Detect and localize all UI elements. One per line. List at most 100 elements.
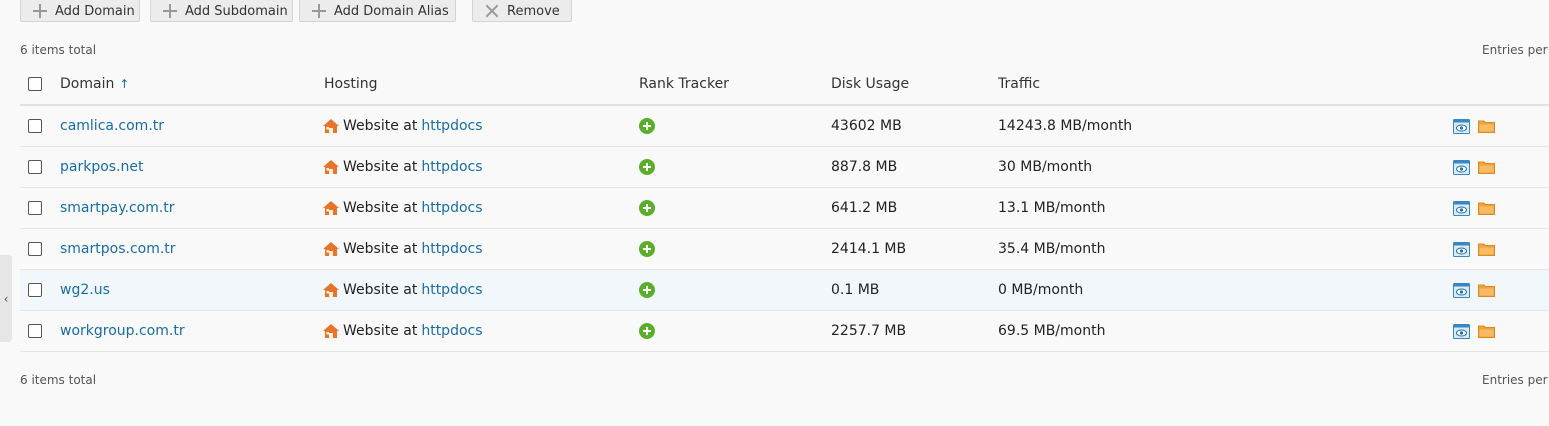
- preview-icon[interactable]: [1453, 323, 1470, 339]
- domain-link[interactable]: wg2.us: [60, 282, 110, 298]
- hosting-prefix: Website at: [343, 241, 418, 257]
- folder-icon[interactable]: [1478, 324, 1495, 338]
- hosting-cell: Website at httpdocs: [322, 106, 483, 146]
- house-icon: [323, 242, 339, 256]
- add-circle-icon[interactable]: [639, 282, 655, 298]
- row-checkbox[interactable]: [28, 283, 42, 297]
- disk-usage-value: 0.1 MB: [831, 282, 880, 298]
- preview-icon[interactable]: [1453, 241, 1470, 257]
- folder-icon[interactable]: [1478, 201, 1495, 215]
- hosting-prefix: Website at: [343, 159, 418, 175]
- traffic-value: 35.4 MB/month: [998, 241, 1106, 257]
- hosting-prefix: Website at: [343, 200, 418, 216]
- httpdocs-link[interactable]: httpdocs: [421, 323, 482, 339]
- entries-per-page-top[interactable]: Entries per p: [1482, 43, 1549, 57]
- add-domain-button[interactable]: Add Domain: [20, 0, 140, 22]
- traffic-value: 0 MB/month: [998, 282, 1084, 298]
- httpdocs-link[interactable]: httpdocs: [421, 159, 482, 175]
- house-icon: [323, 201, 339, 215]
- httpdocs-link[interactable]: httpdocs: [421, 241, 482, 257]
- preview-icon[interactable]: [1453, 118, 1470, 134]
- preview-icon[interactable]: [1453, 159, 1470, 175]
- disk-usage-value: 2414.1 MB: [831, 241, 907, 257]
- hosting-prefix: Website at: [343, 118, 418, 134]
- hosting-prefix: Website at: [343, 282, 418, 298]
- close-icon: [484, 3, 500, 19]
- plus-icon: [32, 3, 48, 19]
- house-icon: [323, 119, 339, 133]
- column-traffic: Traffic: [998, 76, 1041, 92]
- row-checkbox[interactable]: [28, 324, 42, 338]
- folder-icon[interactable]: [1478, 283, 1495, 297]
- table-row: camlica.com.tr Website at httpdocs 43602…: [20, 106, 1549, 147]
- domain-link[interactable]: camlica.com.tr: [60, 118, 164, 134]
- hosting-cell: Website at httpdocs: [322, 147, 483, 187]
- column-disk-usage: Disk Usage: [831, 76, 910, 92]
- table-row: workgroup.com.tr Website at httpdocs 225…: [20, 311, 1549, 352]
- traffic-value: 69.5 MB/month: [998, 323, 1106, 339]
- plus-icon: [311, 3, 327, 19]
- traffic-value: 13.1 MB/month: [998, 200, 1106, 216]
- sort-ascending-icon: ↑: [119, 77, 130, 91]
- disk-usage-value: 887.8 MB: [831, 159, 898, 175]
- table-row: smartpay.com.tr Website at httpdocs 641.…: [20, 188, 1549, 229]
- house-icon: [323, 160, 339, 174]
- hosting-cell: Website at httpdocs: [322, 188, 483, 228]
- chevron-left-icon: ‹: [3, 291, 9, 306]
- hosting-cell: Website at httpdocs: [322, 270, 483, 310]
- row-checkbox[interactable]: [28, 160, 42, 174]
- remove-button[interactable]: Remove: [472, 0, 572, 22]
- column-rank-tracker: Rank Tracker: [639, 76, 729, 92]
- domain-link[interactable]: smartpos.com.tr: [60, 241, 176, 257]
- domain-link[interactable]: smartpay.com.tr: [60, 200, 175, 216]
- hosting-prefix: Website at: [343, 323, 418, 339]
- table-row: wg2.us Website at httpdocs 0.1 MB 0 MB/m…: [20, 270, 1549, 311]
- domain-link[interactable]: workgroup.com.tr: [60, 323, 185, 339]
- add-circle-icon[interactable]: [639, 159, 655, 175]
- domain-link[interactable]: parkpos.net: [60, 159, 144, 175]
- httpdocs-link[interactable]: httpdocs: [421, 118, 482, 134]
- add-circle-icon[interactable]: [639, 118, 655, 134]
- side-panel-toggle[interactable]: ‹: [0, 255, 12, 342]
- table-header: Domain ↑ Hosting Rank Tracker Disk Usage…: [20, 64, 1549, 106]
- httpdocs-link[interactable]: httpdocs: [421, 200, 482, 216]
- remove-label: Remove: [507, 3, 560, 19]
- hosting-cell: Website at httpdocs: [322, 311, 483, 351]
- preview-icon[interactable]: [1453, 200, 1470, 216]
- row-checkbox[interactable]: [28, 201, 42, 215]
- row-checkbox[interactable]: [28, 119, 42, 133]
- domains-table: Domain ↑ Hosting Rank Tracker Disk Usage…: [20, 64, 1549, 352]
- plus-icon: [162, 3, 178, 19]
- disk-usage-value: 2257.7 MB: [831, 323, 907, 339]
- add-domain-alias-label: Add Domain Alias: [334, 3, 449, 19]
- select-all-checkbox[interactable]: [28, 77, 42, 91]
- add-circle-icon[interactable]: [639, 241, 655, 257]
- traffic-value: 14243.8 MB/month: [998, 118, 1133, 134]
- add-domain-label: Add Domain: [55, 3, 135, 19]
- column-domain[interactable]: Domain ↑: [60, 64, 129, 104]
- preview-icon[interactable]: [1453, 282, 1470, 298]
- hosting-cell: Website at httpdocs: [322, 229, 483, 269]
- folder-icon[interactable]: [1478, 242, 1495, 256]
- table-row: smartpos.com.tr Website at httpdocs 2414…: [20, 229, 1549, 270]
- add-subdomain-button[interactable]: Add Subdomain: [150, 0, 293, 22]
- entries-per-page-bottom[interactable]: Entries per p: [1482, 373, 1549, 387]
- add-circle-icon[interactable]: [639, 323, 655, 339]
- row-checkbox[interactable]: [28, 242, 42, 256]
- disk-usage-value: 641.2 MB: [831, 200, 898, 216]
- table-body: camlica.com.tr Website at httpdocs 43602…: [20, 106, 1549, 352]
- table-row: parkpos.net Website at httpdocs 887.8 MB…: [20, 147, 1549, 188]
- house-icon: [323, 283, 339, 297]
- folder-icon[interactable]: [1478, 160, 1495, 174]
- folder-icon[interactable]: [1478, 119, 1495, 133]
- traffic-value: 30 MB/month: [998, 159, 1093, 175]
- house-icon: [323, 324, 339, 338]
- column-hosting: Hosting: [324, 76, 378, 92]
- items-total-top: 6 items total: [20, 43, 97, 57]
- httpdocs-link[interactable]: httpdocs: [421, 282, 482, 298]
- add-domain-alias-button[interactable]: Add Domain Alias: [299, 0, 456, 22]
- add-circle-icon[interactable]: [639, 200, 655, 216]
- disk-usage-value: 43602 MB: [831, 118, 902, 134]
- column-domain-label: Domain: [60, 76, 115, 92]
- add-subdomain-label: Add Subdomain: [185, 3, 288, 19]
